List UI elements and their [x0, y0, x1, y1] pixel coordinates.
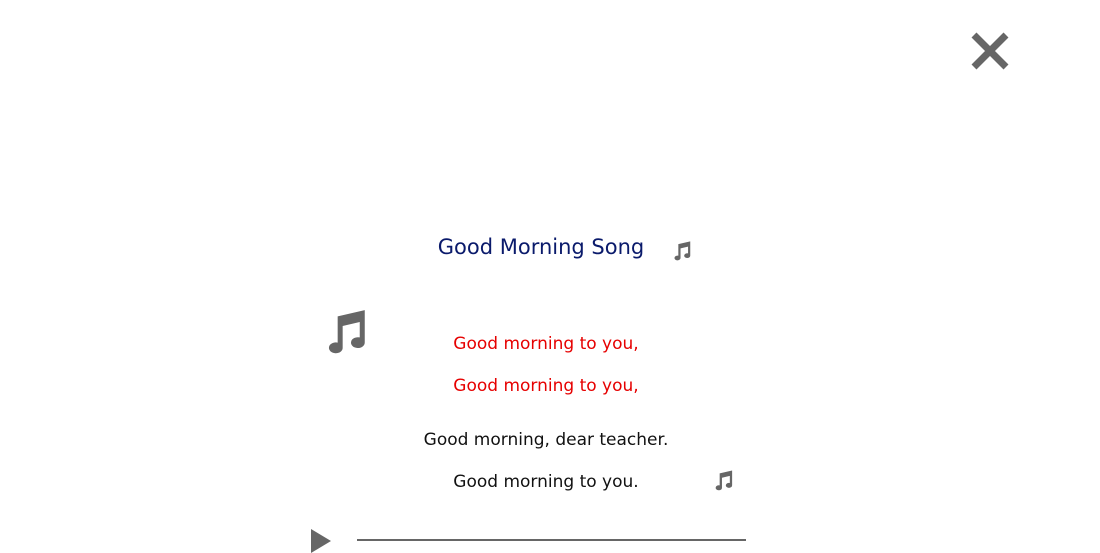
lyric-line: Good morning to you.: [453, 472, 639, 492]
music-note-icon: [674, 241, 691, 261]
lyric-line: Good morning to you,: [453, 334, 639, 354]
title-music-note-button[interactable]: [671, 240, 693, 262]
lyric-line: Good morning to you,: [453, 376, 639, 396]
audio-progress-bar[interactable]: [357, 539, 746, 541]
lyric-line: Good morning, dear teacher.: [423, 430, 669, 450]
song-title: Good Morning Song: [437, 235, 645, 259]
music-note-icon: [715, 470, 733, 491]
close-icon: [971, 32, 1009, 70]
close-button[interactable]: [970, 31, 1010, 71]
play-icon: [311, 529, 331, 553]
play-button[interactable]: [308, 527, 334, 553]
lyric-music-note-button[interactable]: [712, 469, 735, 492]
